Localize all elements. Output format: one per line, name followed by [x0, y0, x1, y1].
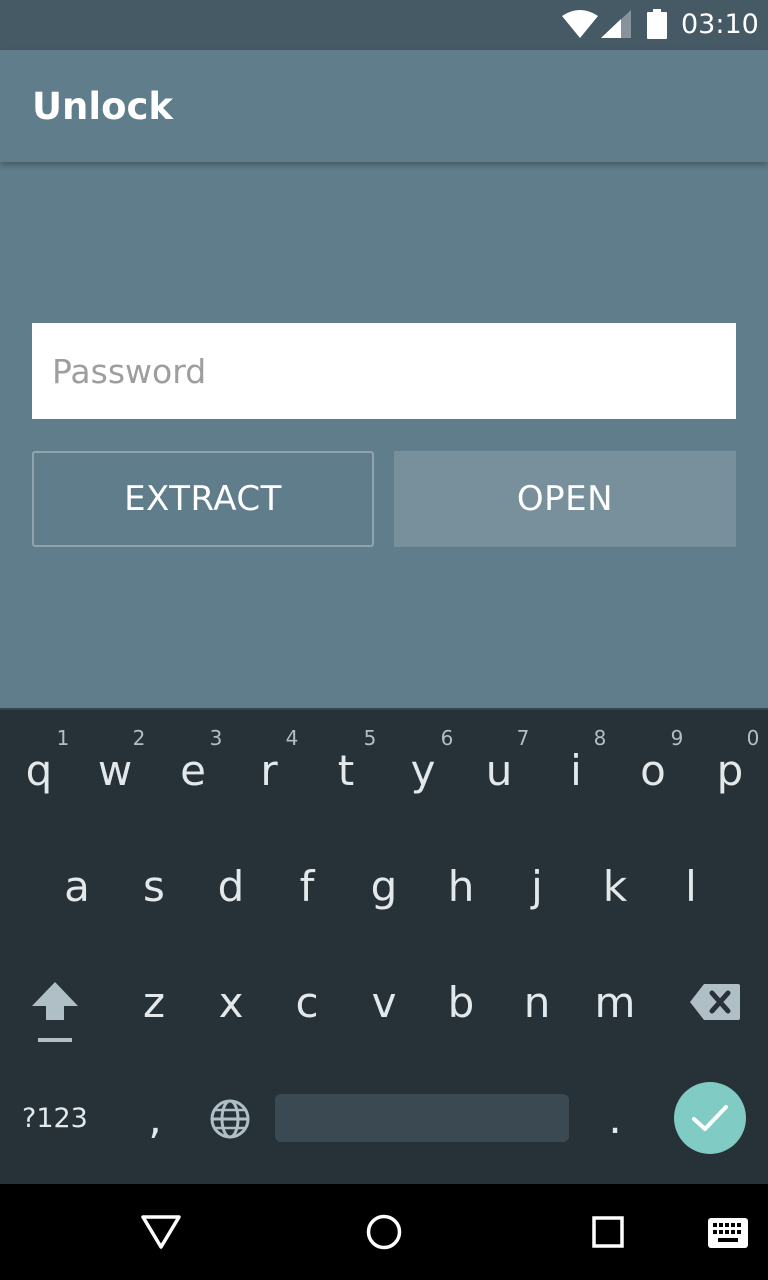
home-icon[interactable]: [366, 1214, 402, 1250]
extract-button[interactable]: EXTRACT: [32, 451, 374, 547]
key-e[interactable]: e: [168, 746, 218, 796]
key-l[interactable]: l: [666, 862, 716, 912]
navigation-bar: [0, 1184, 768, 1280]
password-input[interactable]: [32, 323, 736, 419]
symbols-key[interactable]: ?123: [22, 1102, 88, 1136]
clock: 03:10: [681, 9, 759, 40]
key-v[interactable]: v: [359, 978, 409, 1028]
key-t[interactable]: t: [321, 746, 371, 796]
keyboard-icon[interactable]: [708, 1218, 748, 1248]
recents-icon[interactable]: [592, 1216, 624, 1248]
checkmark-icon: [692, 1105, 728, 1131]
key-q[interactable]: q: [14, 746, 64, 796]
key-period[interactable]: .: [590, 1094, 640, 1144]
open-button[interactable]: OPEN: [394, 451, 736, 547]
key-p[interactable]: p: [705, 746, 755, 796]
wifi-icon: [562, 10, 598, 38]
key-d[interactable]: d: [206, 862, 256, 912]
key-z[interactable]: z: [129, 978, 179, 1028]
key-b[interactable]: b: [436, 978, 486, 1028]
space-key[interactable]: [275, 1094, 569, 1142]
key-o[interactable]: o: [628, 746, 678, 796]
battery-icon: [647, 9, 667, 39]
key-i[interactable]: i: [551, 746, 601, 796]
globe-icon[interactable]: [209, 1098, 251, 1140]
app-bar: Unlock: [0, 50, 768, 162]
page-title: Unlock: [32, 85, 174, 128]
key-w[interactable]: w: [90, 746, 140, 796]
key-h[interactable]: h: [436, 862, 486, 912]
key-r[interactable]: r: [244, 746, 294, 796]
backspace-icon[interactable]: [690, 984, 740, 1020]
soft-keyboard: 1 2 3 4 5 6 7 8 9 0 q w e r t y u i o p …: [0, 708, 768, 1184]
back-icon[interactable]: [140, 1214, 182, 1250]
key-c[interactable]: c: [282, 978, 332, 1028]
key-m[interactable]: m: [590, 978, 640, 1028]
key-comma[interactable]: ,: [130, 1094, 180, 1144]
key-j[interactable]: j: [512, 862, 562, 912]
key-a[interactable]: a: [52, 862, 102, 912]
key-s[interactable]: s: [129, 862, 179, 912]
key-k[interactable]: k: [590, 862, 640, 912]
signal-icon: [601, 10, 631, 38]
key-g[interactable]: g: [359, 862, 409, 912]
done-key[interactable]: [674, 1082, 746, 1154]
key-x[interactable]: x: [206, 978, 256, 1028]
key-y[interactable]: y: [398, 746, 448, 796]
key-u[interactable]: u: [474, 746, 524, 796]
shift-icon[interactable]: [30, 980, 80, 1044]
key-f[interactable]: f: [282, 862, 332, 912]
status-bar: 03:10: [0, 0, 768, 50]
key-n[interactable]: n: [512, 978, 562, 1028]
